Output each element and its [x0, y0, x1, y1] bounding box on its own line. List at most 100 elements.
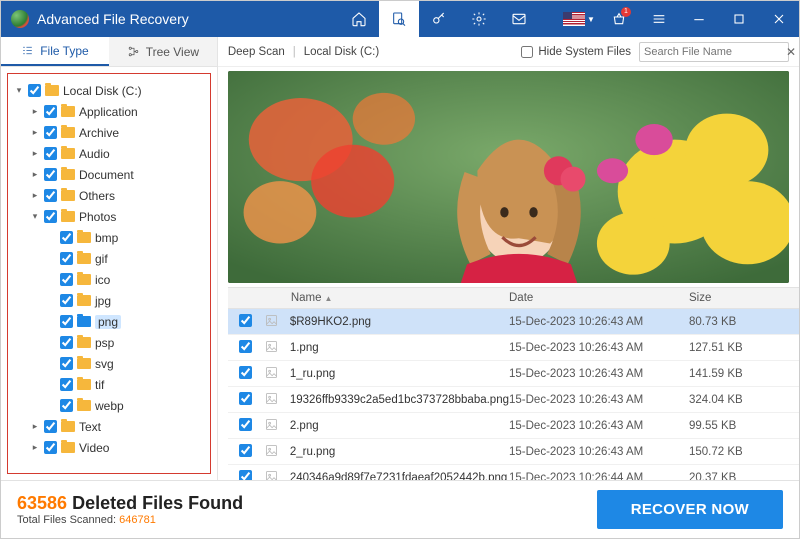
tree-node-video[interactable]: ▸Video — [14, 437, 210, 458]
tree-label: gif — [95, 252, 108, 266]
column-name[interactable]: Name▲ — [290, 288, 509, 308]
tree-checkbox[interactable] — [44, 147, 57, 160]
tree-checkbox[interactable] — [44, 189, 57, 202]
tree-checkbox[interactable] — [44, 441, 57, 454]
recover-button[interactable]: RECOVER NOW — [597, 490, 783, 529]
tree-checkbox[interactable] — [28, 84, 41, 97]
tree-node-application[interactable]: ▸Application — [14, 101, 210, 122]
file-row[interactable]: 19326ffb9339c2a5ed1bc373728bbaba.png15-D… — [228, 387, 799, 413]
file-size: 20.37 KB — [689, 472, 789, 481]
file-row[interactable]: $R89HKO2.png15-Dec-2023 10:26:43 AM80.73… — [228, 309, 799, 335]
maximize-button[interactable] — [719, 1, 759, 37]
notifications-button[interactable]: 1 — [599, 1, 639, 37]
expander-icon[interactable]: ▸ — [30, 106, 40, 117]
row-checkbox[interactable] — [239, 470, 252, 481]
folder-icon — [61, 127, 75, 138]
tree-node-png[interactable]: png — [14, 311, 210, 332]
tree-node-svg[interactable]: svg — [14, 353, 210, 374]
titlebar: Advanced File Recovery ▼ 1 — [1, 1, 799, 37]
grid-body[interactable]: $R89HKO2.png15-Dec-2023 10:26:43 AM80.73… — [228, 309, 799, 480]
row-checkbox[interactable] — [239, 366, 252, 379]
file-row[interactable]: 1_ru.png15-Dec-2023 10:26:43 AM141.59 KB — [228, 361, 799, 387]
expander-icon[interactable]: ▸ — [30, 148, 40, 159]
hide-system-checkbox[interactable]: Hide System Files — [521, 46, 631, 58]
tree-node-text[interactable]: ▸Text — [14, 416, 210, 437]
row-checkbox[interactable] — [239, 392, 252, 405]
tree-node-local-disk-c-[interactable]: ▾ Local Disk (C:) — [14, 80, 210, 101]
expander-icon[interactable]: ▸ — [30, 190, 40, 201]
preview-image — [228, 71, 789, 283]
row-checkbox[interactable] — [239, 314, 252, 327]
tree-label: Photos — [79, 210, 116, 224]
tree-node-audio[interactable]: ▸ Audio — [14, 143, 210, 164]
tree-node-tif[interactable]: tif — [14, 374, 210, 395]
key-button[interactable] — [419, 1, 459, 37]
minimize-button[interactable] — [679, 1, 719, 37]
tree-checkbox[interactable] — [44, 126, 57, 139]
file-row[interactable]: 2_ru.png15-Dec-2023 10:26:43 AM150.72 KB — [228, 439, 799, 465]
tree-node-bmp[interactable]: bmp — [14, 227, 210, 248]
tree-checkbox[interactable] — [60, 231, 73, 244]
tree-checkbox[interactable] — [60, 294, 73, 307]
tree-node-document[interactable]: ▸Document — [14, 164, 210, 185]
minimize-icon — [691, 11, 707, 27]
tree-checkbox[interactable] — [60, 336, 73, 349]
tree-checkbox[interactable] — [44, 105, 57, 118]
language-button[interactable]: ▼ — [559, 1, 599, 37]
feedback-button[interactable] — [499, 1, 539, 37]
file-name: 2_ru.png — [290, 446, 509, 458]
expander-icon[interactable]: ▾ — [14, 85, 24, 96]
tree-checkbox[interactable] — [60, 273, 73, 286]
search-input[interactable] — [644, 46, 786, 58]
tree-node-photos[interactable]: ▾ Photos — [14, 206, 210, 227]
tab-tree-view[interactable]: Tree View — [109, 37, 217, 66]
tab-file-type[interactable]: File Type — [1, 37, 109, 66]
folder-icon — [77, 274, 91, 285]
menu-button[interactable] — [639, 1, 679, 37]
row-checkbox[interactable] — [239, 418, 252, 431]
tree-checkbox[interactable] — [60, 252, 73, 265]
search-box[interactable]: ✕ — [639, 42, 789, 62]
tree-node-jpg[interactable]: jpg — [14, 290, 210, 311]
tree-node-ico[interactable]: ico — [14, 269, 210, 290]
tree-checkbox[interactable] — [44, 210, 57, 223]
tab-file-type-label: File Type — [40, 44, 88, 58]
file-row[interactable]: 1.png15-Dec-2023 10:26:43 AM127.51 KB — [228, 335, 799, 361]
file-type-tree[interactable]: ▾Local Disk (C:)▸Application▸Archive▸Aud… — [7, 73, 211, 474]
file-row[interactable]: 2.png15-Dec-2023 10:26:43 AM99.55 KB — [228, 413, 799, 439]
tree-node-webp[interactable]: webp — [14, 395, 210, 416]
scan-results-button[interactable] — [379, 1, 419, 37]
tree-checkbox[interactable] — [60, 357, 73, 370]
tree-checkbox[interactable] — [60, 378, 73, 391]
scanned-label: Total Files Scanned: — [17, 514, 119, 526]
tree-label: Audio — [79, 147, 110, 161]
settings-button[interactable] — [459, 1, 499, 37]
expander-icon[interactable]: ▸ — [30, 442, 40, 453]
row-checkbox[interactable] — [239, 340, 252, 353]
hide-system-label: Hide System Files — [538, 46, 631, 58]
tree-node-archive[interactable]: ▸Archive — [14, 122, 210, 143]
expander-icon[interactable]: ▸ — [30, 169, 40, 180]
tree-checkbox[interactable] — [60, 315, 73, 328]
tree-label: Local Disk (C:) — [63, 84, 142, 98]
hide-system-input[interactable] — [521, 46, 533, 58]
file-date: 15-Dec-2023 10:26:43 AM — [509, 420, 689, 432]
column-date[interactable]: Date — [509, 288, 689, 308]
tree-checkbox[interactable] — [44, 168, 57, 181]
image-file-icon — [264, 339, 279, 354]
expander-icon[interactable]: ▸ — [30, 421, 40, 432]
search-clear-button[interactable]: ✕ — [786, 45, 796, 59]
tree-checkbox[interactable] — [44, 420, 57, 433]
home-button[interactable] — [339, 1, 379, 37]
file-row[interactable]: 240346a9d89f7e7231fdaeaf2052442b.png15-D… — [228, 465, 799, 480]
row-checkbox[interactable] — [239, 444, 252, 457]
tree-node-psp[interactable]: psp — [14, 332, 210, 353]
tree-node-others[interactable]: ▸Others — [14, 185, 210, 206]
column-size[interactable]: Size — [689, 288, 789, 308]
tree-node-gif[interactable]: gif — [14, 248, 210, 269]
expander-icon[interactable]: ▸ — [30, 127, 40, 138]
expander-icon[interactable]: ▾ — [30, 211, 40, 222]
tree-checkbox[interactable] — [60, 399, 73, 412]
grid-header: Name▲ Date Size — [228, 287, 799, 309]
close-button[interactable] — [759, 1, 799, 37]
